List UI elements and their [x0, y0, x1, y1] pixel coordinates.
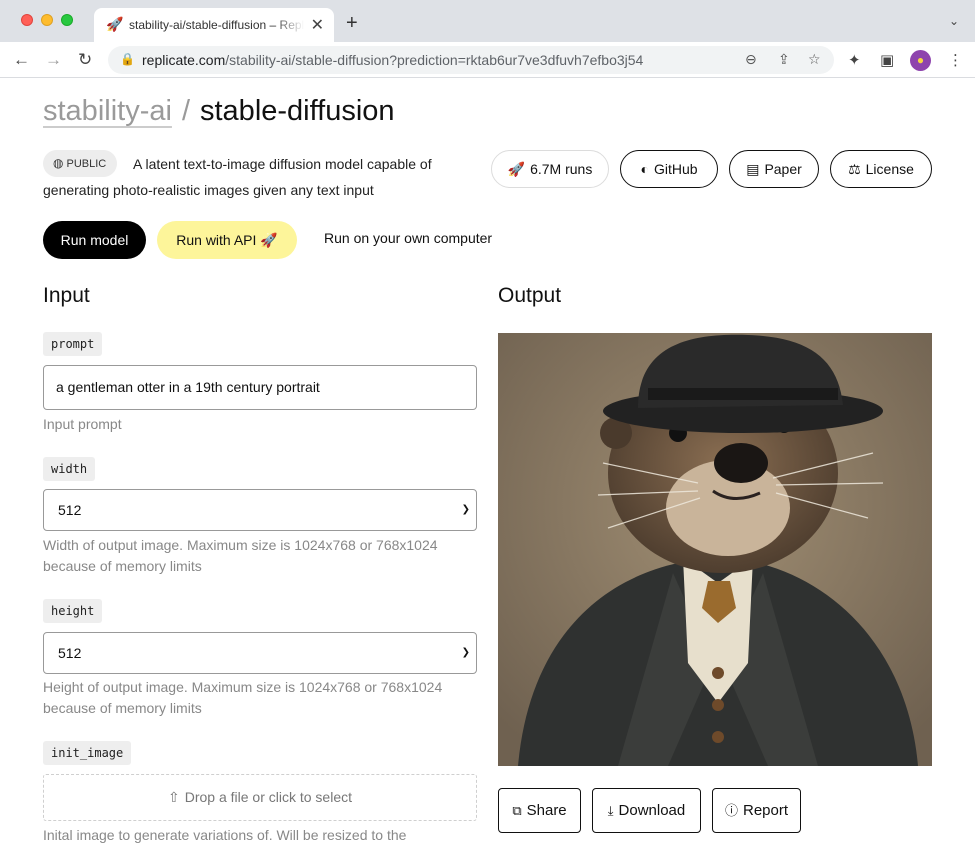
owner-link[interactable]: stability-ai: [43, 95, 172, 127]
report-button[interactable]: ⓘ Report: [712, 788, 801, 833]
runs-count: 6.7M runs: [530, 161, 593, 177]
report-label: Report: [742, 802, 789, 819]
side-panel-icon[interactable]: ▣: [880, 51, 894, 69]
document-icon: ▤: [746, 161, 760, 177]
breadcrumb: stability-ai / stable-diffusion: [43, 95, 395, 128]
visibility-label: PUBLIC: [66, 158, 107, 170]
run-on-own-computer-link[interactable]: Run on your own computer: [324, 230, 492, 246]
tab-search-chevron-icon[interactable]: ⌄: [949, 14, 959, 28]
window-zoom-button[interactable]: [61, 14, 73, 26]
width-label: width: [43, 457, 96, 481]
download-icon: ⤓: [607, 803, 614, 818]
copy-icon: ⧉: [512, 803, 522, 818]
rocket-icon: 🚀: [106, 16, 124, 32]
download-button[interactable]: ⤓ Download: [592, 788, 701, 833]
paper-button[interactable]: ▤ Paper: [729, 150, 819, 188]
address-bar[interactable]: 🔒 replicate.com/stability-ai/stable-diff…: [108, 46, 834, 74]
github-label: GitHub: [653, 161, 698, 177]
forward-arrow-icon[interactable]: →: [45, 50, 62, 70]
chevron-down-icon: ❯: [461, 647, 470, 658]
window-close-button[interactable]: [21, 14, 33, 26]
share-button[interactable]: ⧉ Share: [498, 788, 581, 833]
browser-toolbar: ← → ↻ 🔒 replicate.com/stability-ai/stabl…: [0, 42, 975, 78]
runs-count-badge: 🚀 6.7M runs: [491, 150, 609, 188]
window-minimize-button[interactable]: [41, 14, 53, 26]
github-button[interactable]: ◐ GitHub: [620, 150, 718, 188]
breadcrumb-separator: /: [181, 95, 190, 127]
chevron-down-icon: ❯: [461, 504, 470, 515]
prompt-help: Input prompt: [43, 416, 122, 432]
globe-icon: ◍: [53, 156, 64, 170]
model-name: stable-diffusion: [200, 95, 395, 127]
share-page-icon[interactable]: ⇪: [778, 51, 790, 68]
back-arrow-icon[interactable]: ←: [13, 50, 30, 70]
paper-label: Paper: [764, 161, 802, 177]
extensions-puzzle-icon[interactable]: ✦: [848, 51, 861, 69]
height-help: Height of output image. Maximum size is …: [43, 679, 443, 716]
scales-icon: ⚖: [848, 161, 861, 177]
tab-title: stability-ai/stable-diffusion – Replicat…: [129, 18, 304, 32]
output-heading: Output: [498, 284, 562, 307]
new-tab-icon[interactable]: +: [346, 12, 358, 35]
reload-icon[interactable]: ↻: [78, 50, 92, 70]
github-icon: ◐: [640, 161, 649, 177]
url-host: replicate.com: [142, 52, 226, 68]
share-label: Share: [526, 802, 567, 819]
output-image[interactable]: [498, 333, 932, 766]
height-label: height: [43, 599, 103, 623]
otter-portrait-image: [498, 333, 932, 766]
url-path: /stability-ai/stable-diffusion?predictio…: [225, 52, 644, 68]
init-image-help: Inital image to generate variations of. …: [43, 827, 407, 843]
license-button[interactable]: ⚖ License: [830, 150, 932, 188]
upload-icon: ⇧: [167, 789, 180, 805]
input-heading: Input: [43, 284, 90, 307]
license-label: License: [865, 161, 914, 177]
prompt-label: prompt: [43, 332, 103, 356]
browser-tab[interactable]: 🚀 stability-ai/stable-diffusion – Replic…: [94, 8, 334, 42]
init-image-dropzone[interactable]: ⇧ Drop a file or click to select: [43, 774, 477, 821]
width-select[interactable]: 512 ❯: [43, 489, 477, 531]
url-text: replicate.com/stability-ai/stable-diffus…: [142, 52, 643, 68]
run-model-button[interactable]: Run model: [43, 221, 146, 259]
browser-menu-icon[interactable]: ⋮: [948, 51, 963, 69]
model-page: stability-ai / stable-diffusion A latent t…: [0, 79, 975, 847]
bookmark-star-icon[interactable]: ☆: [808, 51, 821, 68]
width-value: 512: [58, 502, 82, 518]
width-help: Width of output image. Maximum size is 1…: [43, 537, 438, 574]
prompt-input[interactable]: a gentleman otter in a 19th century port…: [43, 365, 477, 410]
profile-avatar[interactable]: ●: [910, 50, 931, 71]
rocket-outline-icon: 🚀: [507, 161, 526, 177]
download-label: Download: [618, 802, 686, 819]
browser-tab-strip: 🚀 stability-ai/stable-diffusion – Replic…: [0, 0, 975, 42]
lock-icon: 🔒: [120, 52, 135, 66]
alert-circle-icon: ⓘ: [724, 803, 738, 818]
init-image-label: init_image: [43, 741, 132, 765]
dropzone-text: Drop a file or click to select: [184, 789, 353, 805]
height-select[interactable]: 512 ❯: [43, 632, 477, 674]
tab-close-icon[interactable]: ✕: [311, 15, 324, 35]
run-with-api-button[interactable]: Run with API 🚀: [157, 221, 297, 259]
height-value: 512: [58, 645, 82, 661]
visibility-badge: ◍ PUBLIC: [43, 150, 118, 177]
zoom-icon[interactable]: ⊖: [745, 51, 757, 68]
